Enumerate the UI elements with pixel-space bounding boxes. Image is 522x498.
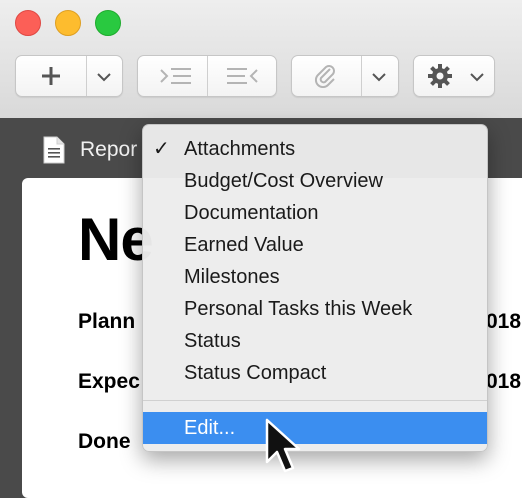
attach-menu-button[interactable] [362,56,398,96]
indent-button[interactable] [138,56,207,96]
menu-item-label: Documentation [184,202,319,224]
planned-field-value: 018 [486,310,522,333]
menu-item-personal-tasks-this-week[interactable]: Personal Tasks this Week [143,293,487,325]
outdent-icon [227,68,258,84]
menu-item-label: Attachments [184,138,296,160]
indent-outdent-group [137,55,277,97]
report-label[interactable]: Repor [80,138,137,162]
menu-separator [143,400,487,401]
menu-item-edit[interactable]: Edit... [143,412,487,444]
report-template-menu: ✓ Attachments Budget/Cost Overview Docum… [142,124,488,452]
menu-item-label: Status Compact [184,362,327,384]
document-icon [43,136,65,164]
menu-item-label: Edit... [184,417,236,439]
zoom-window-button[interactable] [95,10,121,36]
indent-icon [160,68,191,84]
menu-item-label: Earned Value [184,234,304,256]
menu-item-label: Personal Tasks this Week [184,298,413,320]
expected-field-label: Expec [78,370,140,393]
menu-item-status[interactable]: Status [143,325,487,357]
menu-item-earned-value[interactable]: Earned Value [143,229,487,261]
menu-item-label: Budget/Cost Overview [184,170,383,192]
add-split-button [15,55,123,97]
attach-split-button [291,55,399,97]
window-toolbar [0,0,522,119]
menu-item-budget-cost-overview[interactable]: Budget/Cost Overview [143,165,487,197]
menu-item-status-compact[interactable]: Status Compact [143,357,487,389]
menu-item-milestones[interactable]: Milestones [143,261,487,293]
attach-button[interactable] [292,56,361,96]
chevron-down-icon [372,73,386,82]
menu-item-documentation[interactable]: Documentation [143,197,487,229]
paperclip-icon [314,65,335,88]
expected-field-value: 018 [486,370,522,393]
menu-item-label: Milestones [184,266,280,288]
minimize-window-button[interactable] [55,10,81,36]
menu-item-label: Status [184,330,241,352]
settings-menu-button[interactable] [413,55,495,97]
checkmark-icon: ✓ [153,138,170,160]
menu-item-attachments[interactable]: ✓ Attachments [143,133,487,165]
gear-icon [428,64,452,88]
mouse-pointer-icon [265,418,301,473]
add-button[interactable] [16,56,86,96]
outdent-button[interactable] [208,56,276,96]
planned-field-label: Plann [78,310,136,333]
done-field-label: Done [78,430,131,453]
close-window-button[interactable] [15,10,41,36]
chevron-down-icon [97,73,111,82]
plus-icon [42,67,60,85]
chevron-down-icon [470,73,484,82]
add-menu-button[interactable] [87,56,123,96]
